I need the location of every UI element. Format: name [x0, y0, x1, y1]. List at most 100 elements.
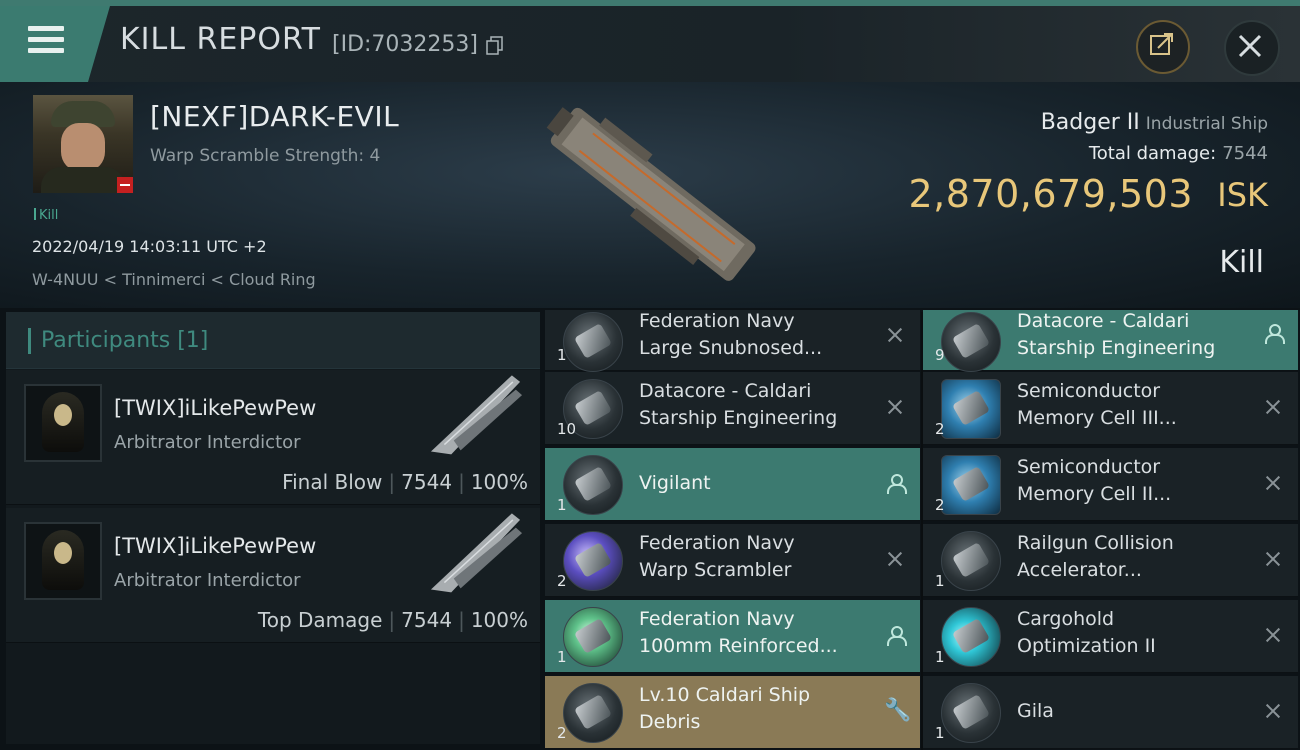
participant-ship-image [430, 513, 523, 593]
item-name: Semiconductor Memory Cell II... [1017, 456, 1172, 505]
share-button[interactable] [1136, 20, 1190, 74]
participant-avatar[interactable] [24, 384, 102, 462]
ship-name-text: Badger II [1040, 110, 1140, 135]
item-icon [941, 312, 1001, 372]
item-icon [563, 455, 623, 515]
victim-ship-image [546, 107, 756, 281]
warp-scramble-strength: Warp Scramble Strength: 4 [150, 146, 381, 166]
participant-name[interactable]: [TWIX]iLikePewPew [114, 534, 316, 558]
item-row[interactable]: 1 Cargohold Optimization II [923, 600, 1298, 673]
participant-percent: 100% [470, 470, 528, 494]
item-row[interactable]: 1 Federation Navy Large Snubnosed... [545, 310, 920, 372]
dropped-person-icon [884, 472, 907, 494]
copy-icon[interactable] [486, 36, 504, 56]
item-icon [941, 683, 1001, 743]
victim-ship-name[interactable]: Badger II Industrial Ship [1041, 110, 1268, 135]
item-row[interactable]: 2 Semiconductor Memory Cell II... [923, 448, 1298, 521]
participant-stats: Top Damage | 7544 | 100% [257, 608, 528, 632]
item-name: Federation Navy Large Snubnosed... [639, 310, 823, 359]
participant-avatar[interactable] [24, 522, 102, 600]
item-name: Datacore - Caldari Starship Engineering [1017, 310, 1216, 359]
isk-unit: ISK [1217, 176, 1268, 214]
total-damage: Total damage: 7544 [1089, 143, 1268, 164]
participant-ship: Arbitrator Interdictor [114, 570, 301, 591]
item-quantity: 1 [935, 724, 945, 742]
item-icon [941, 531, 1001, 591]
kill-result: Kill [1219, 245, 1264, 280]
item-name: Datacore - Caldari Starship Engineering [639, 380, 838, 429]
participant-ship: Arbitrator Interdictor [114, 432, 301, 453]
dropped-person-icon [884, 624, 907, 646]
item-name: Cargohold Optimization II [1017, 608, 1156, 657]
item-row[interactable]: 2 Federation Navy Warp Scrambler [545, 524, 920, 597]
item-row[interactable]: 1 Vigilant [545, 448, 920, 521]
participant-stat-label: Top Damage [257, 608, 383, 632]
dropped-person-icon [1262, 322, 1285, 344]
total-damage-label: Total damage: [1088, 143, 1217, 164]
kill-report-window: KILL REPORT [ID:7032253] [NEXF]DARK-EVIL… [0, 0, 1300, 750]
participant-ship-image [430, 375, 523, 455]
item-quantity: 1 [935, 648, 945, 666]
item-name: Federation Navy Warp Scrambler [639, 532, 795, 581]
item-quantity: 2 [557, 724, 567, 742]
item-quantity: 1 [557, 496, 567, 514]
share-icon [1150, 33, 1173, 55]
item-quantity: 10 [557, 420, 577, 438]
item-quantity: 9 [935, 346, 945, 364]
item-name: Railgun Collision Accelerator... [1017, 532, 1174, 581]
item-icon [563, 312, 623, 372]
participant-stats: Final Blow | 7544 | 100% [282, 470, 528, 494]
menu-icon [28, 26, 64, 59]
kill-tag: Kill [34, 208, 58, 223]
participant-row[interactable]: [TWIX]iLikePewPew Arbitrator Interdictor… [6, 370, 540, 505]
item-icon [563, 683, 623, 743]
destroyed-x-icon [1262, 700, 1284, 722]
item-icon [563, 607, 623, 667]
hostile-badge [117, 177, 133, 193]
participant-name[interactable]: [TWIX]iLikePewPew [114, 396, 316, 420]
destroyed-x-icon [1262, 396, 1284, 418]
item-quantity: 2 [557, 572, 567, 590]
item-row[interactable]: 10 Datacore - Caldari Starship Engineerin… [545, 372, 920, 445]
item-row[interactable]: 1 Railgun Collision Accelerator... [923, 524, 1298, 597]
item-icon [563, 531, 623, 591]
participant-damage: 7544 [401, 470, 453, 494]
destroyed-x-icon [884, 324, 906, 346]
item-name: Lv.10 Caldari Ship Debris [639, 684, 811, 733]
close-icon [1238, 34, 1262, 58]
page-title: KILL REPORT [120, 22, 321, 57]
participant-damage: 7544 [401, 608, 453, 632]
participant-row[interactable]: [TWIX]iLikePewPew Arbitrator Interdictor… [6, 508, 540, 643]
item-icon [941, 379, 1001, 439]
participants-panel: Participants [1] [TWIX]iLikePewPew Arbit… [6, 312, 540, 744]
item-quantity: 1 [557, 346, 567, 364]
destroyed-x-icon [884, 396, 906, 418]
item-row[interactable]: 1 Gila [923, 676, 1298, 749]
participants-header: Participants [1] [6, 312, 540, 369]
item-name: Vigilant [639, 472, 711, 494]
item-name: Gila [1017, 700, 1054, 722]
item-row[interactable]: 2 Lv.10 Caldari Ship Debris 🔧 [545, 676, 920, 749]
item-quantity: 1 [557, 648, 567, 666]
total-damage-value: 7544 [1222, 143, 1268, 164]
salvage-wrench-icon: 🔧 [884, 698, 912, 723]
item-quantity: 1 [935, 572, 945, 590]
ship-class-text: Industrial Ship [1145, 114, 1268, 134]
destroyed-x-icon [1262, 548, 1284, 570]
item-row[interactable]: 1 Federation Navy 100mm Reinforced... [545, 600, 920, 673]
item-row[interactable]: 2 Semiconductor Memory Cell III... [923, 372, 1298, 445]
participant-percent: 100% [470, 608, 528, 632]
item-quantity: 2 [935, 496, 945, 514]
item-name: Federation Navy 100mm Reinforced... [639, 608, 838, 657]
kill-location: W-4NUU < Tinnimerci < Cloud Ring [32, 270, 316, 289]
participant-stat-label: Final Blow [282, 470, 383, 494]
destroyed-x-icon [1262, 624, 1284, 646]
item-icon [941, 455, 1001, 515]
item-name: Semiconductor Memory Cell III... [1017, 380, 1177, 429]
close-button[interactable] [1224, 20, 1280, 76]
destroyed-x-icon [1262, 472, 1284, 494]
victim-name[interactable]: [NEXF]DARK-EVIL [150, 100, 399, 133]
item-icon [941, 607, 1001, 667]
item-quantity: 2 [935, 420, 945, 438]
item-row[interactable]: 9 Datacore - Caldari Starship Engineering [923, 310, 1298, 372]
